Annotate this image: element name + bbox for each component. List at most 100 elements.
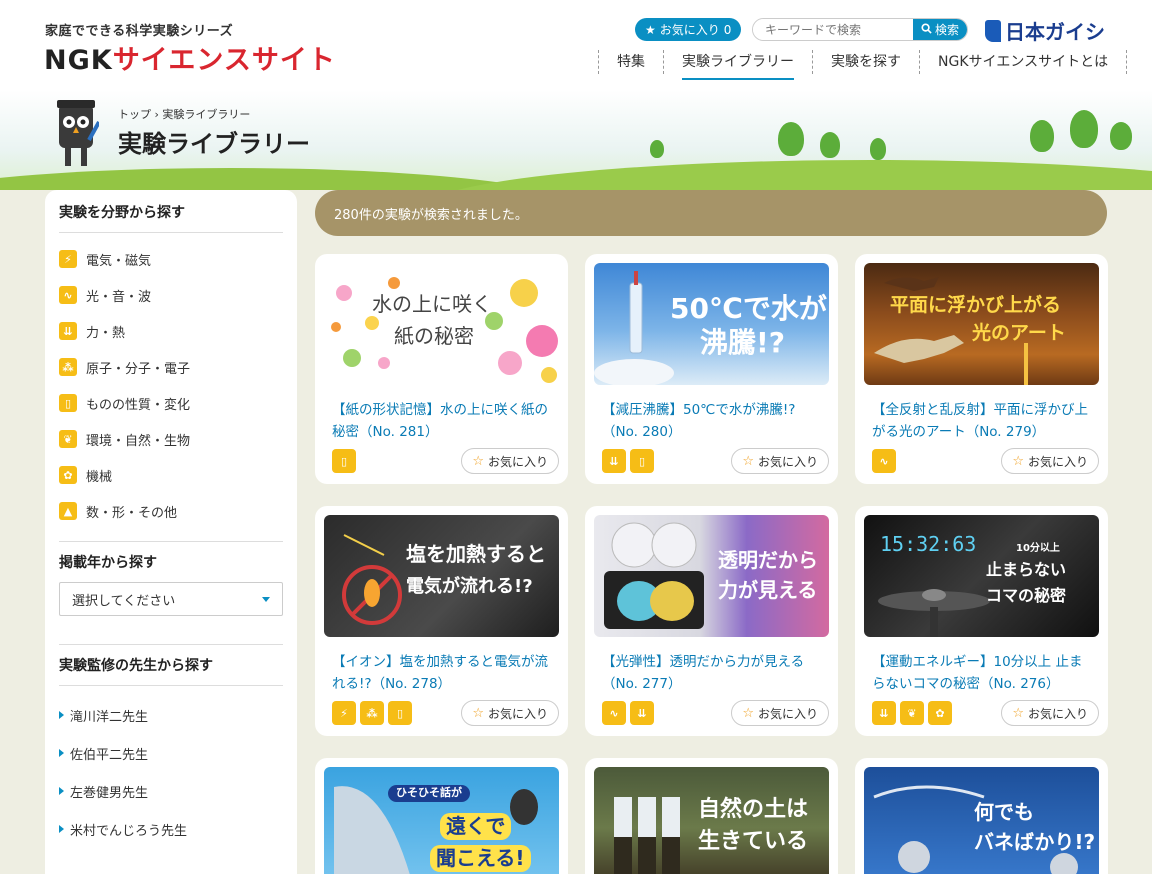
experiment-thumbnail[interactable]: 15:32:63 10分以上 止まらない コマの秘密 bbox=[864, 515, 1099, 637]
ngk-brand-logo[interactable]: 日本ガイシ bbox=[985, 16, 1105, 45]
polarized-lens-illustration bbox=[604, 522, 704, 629]
experiment-thumbnail[interactable]: ひそひそ話が 遠くで 聞こえる! bbox=[324, 767, 559, 874]
field-item-electricity[interactable]: ⚡ 電気・磁気 bbox=[59, 241, 283, 277]
experiment-card[interactable]: 50℃で水が 沸騰!? 【減圧沸騰】50℃で水が沸騰!?（No. 280） ⇊ … bbox=[585, 254, 838, 484]
tube-icon[interactable]: ▯ bbox=[630, 449, 654, 473]
field-label: ものの性質・変化 bbox=[86, 397, 191, 413]
wave-icon[interactable]: ∿ bbox=[602, 701, 626, 725]
thumbnail-title-line2: 紙の秘密 bbox=[394, 324, 474, 348]
add-favorite-button[interactable]: ☆ お気に入り bbox=[731, 700, 829, 726]
field-item-atom[interactable]: ⁂ 原子・分子・電子 bbox=[59, 349, 283, 385]
thumbnail-title-line1: 水の上に咲く bbox=[372, 292, 492, 316]
add-favorite-button[interactable]: ☆ お気に入り bbox=[461, 448, 559, 474]
year-heading: 掲載年から探す bbox=[59, 555, 157, 571]
card-footer: ⚡ ⁂ ▯ ☆ お気に入り bbox=[324, 699, 559, 727]
experiment-card[interactable]: 塩を加熱すると 電気が流れる!? 【イオン】塩を加熱すると電気が流れる!?（No… bbox=[315, 506, 568, 736]
experiment-card[interactable]: 平面に浮かび上がる 光のアート 【全反射と乱反射】平面に浮かび上がる光のアート（… bbox=[855, 254, 1108, 484]
star-outline-icon: ☆ bbox=[742, 453, 754, 469]
force-icon[interactable]: ⇊ bbox=[602, 449, 626, 473]
experiment-thumbnail[interactable]: 何でも バネばかり!? bbox=[864, 767, 1099, 874]
experiment-title-link[interactable]: 【紙の形状記憶】水の上に咲く紙の秘密（No. 281） bbox=[324, 385, 559, 447]
star-icon: ★ bbox=[645, 22, 656, 37]
field-item-machine[interactable]: ✿ 機械 bbox=[59, 457, 283, 493]
chevron-down-icon bbox=[262, 596, 270, 602]
teacher-item[interactable]: 左巻健男先生 bbox=[59, 772, 283, 810]
field-label: 環境・自然・生物 bbox=[86, 433, 191, 449]
lightning-icon: ⚡ bbox=[59, 250, 77, 268]
experiment-title-link[interactable]: 【イオン】塩を加熱すると電気が流れる!?（No. 278） bbox=[324, 637, 559, 699]
thumbnail-title-line1: 止まらない bbox=[986, 560, 1067, 579]
add-favorite-button[interactable]: ☆ お気に入り bbox=[1001, 700, 1099, 726]
leaf-icon[interactable]: ❦ bbox=[900, 701, 924, 725]
search-box: 検索 bbox=[752, 18, 968, 41]
experiment-thumbnail[interactable]: 自然の土は 生きている bbox=[594, 767, 829, 874]
card-footer: ∿ ☆ お気に入り bbox=[864, 447, 1099, 475]
category-icons: ⚡ ⁂ ▯ bbox=[332, 701, 412, 725]
card-footer: ∿ ⇊ ☆ お気に入り bbox=[594, 699, 829, 727]
field-item-math[interactable]: ▲ 数・形・その他 bbox=[59, 493, 283, 529]
experiment-card[interactable]: 15:32:63 10分以上 止まらない コマの秘密 【運動エネルギー】10分以… bbox=[855, 506, 1108, 736]
breadcrumb-home[interactable]: トップ bbox=[118, 108, 151, 121]
thumbnail-title-line1: 平面に浮かび上がる bbox=[890, 294, 1062, 316]
thumbnail-title-line2: 光のアート bbox=[972, 322, 1066, 344]
card-footer: ▯ ☆ お気に入り bbox=[324, 447, 559, 475]
thumbnail-title-line2: 電気が流れる!? bbox=[406, 576, 533, 597]
force-icon[interactable]: ⇊ bbox=[872, 701, 896, 725]
field-item-light[interactable]: ∿ 光・音・波 bbox=[59, 277, 283, 313]
experiment-thumbnail[interactable]: 平面に浮かび上がる 光のアート bbox=[864, 263, 1099, 385]
favorites-count: 0 bbox=[723, 22, 732, 37]
nav-search-experiments[interactable]: 実験を探す bbox=[812, 50, 919, 74]
star-outline-icon: ☆ bbox=[1012, 453, 1024, 469]
lightning-icon[interactable]: ⚡ bbox=[332, 701, 356, 725]
experiment-title-link[interactable]: 【光弾性】透明だから力が見える（No. 277） bbox=[594, 637, 829, 699]
tube-icon[interactable]: ▯ bbox=[388, 701, 412, 725]
field-label: 光・音・波 bbox=[86, 289, 152, 305]
nav-library[interactable]: 実験ライブラリー bbox=[663, 50, 812, 80]
thumbnail-title-line1: 遠くで bbox=[440, 813, 512, 840]
card-footer: ⇊ ▯ ☆ お気に入り bbox=[594, 447, 829, 475]
year-select[interactable]: 選択してください bbox=[59, 582, 283, 616]
favorite-label: お気に入り bbox=[757, 454, 818, 469]
nav-feature[interactable]: 特集 bbox=[598, 50, 663, 74]
logo-subtitle: 家庭でできる科学実験シリーズ bbox=[45, 24, 234, 39]
add-favorite-button[interactable]: ☆ お気に入り bbox=[1001, 448, 1099, 474]
gear-icon[interactable]: ✿ bbox=[928, 701, 952, 725]
teacher-item[interactable]: 佐伯平二先生 bbox=[59, 734, 283, 772]
star-outline-icon: ☆ bbox=[742, 705, 754, 721]
experiment-thumbnail[interactable]: 水の上に咲く 紙の秘密 bbox=[324, 263, 559, 385]
experiment-card[interactable]: 自然の土は 生きている bbox=[585, 758, 838, 874]
experiment-title-link[interactable]: 【全反射と乱反射】平面に浮かび上がる光のアート（No. 279） bbox=[864, 385, 1099, 447]
site-logo[interactable]: NGKサイエンスサイト bbox=[44, 38, 336, 77]
experiment-title-link[interactable]: 【減圧沸騰】50℃で水が沸騰!?（No. 280） bbox=[594, 385, 829, 447]
page-title: 実験ライブラリー bbox=[118, 130, 310, 158]
favorites-button[interactable]: ★ お気に入り 0 bbox=[635, 18, 742, 41]
experiment-thumbnail[interactable]: 塩を加熱すると 電気が流れる!? bbox=[324, 515, 559, 637]
experiment-card[interactable]: 透明だから 力が見える 【光弾性】透明だから力が見える（No. 277） ∿ ⇊… bbox=[585, 506, 838, 736]
favorite-label: お気に入り bbox=[487, 706, 548, 721]
experiment-thumbnail[interactable]: 50℃で水が 沸騰!? bbox=[594, 263, 829, 385]
field-label: 原子・分子・電子 bbox=[86, 361, 191, 377]
tree-decoration bbox=[820, 132, 840, 158]
thumbnail-title-line2: 力が見える bbox=[718, 578, 818, 602]
thumbnail-clock: 15:32:63 bbox=[880, 532, 977, 556]
experiment-card[interactable]: 水の上に咲く 紙の秘密 【紙の形状記憶】水の上に咲く紙の秘密（No. 281） … bbox=[315, 254, 568, 484]
experiment-card[interactable]: ひそひそ話が 遠くで 聞こえる! bbox=[315, 758, 568, 874]
field-item-material[interactable]: ▯ ものの性質・変化 bbox=[59, 385, 283, 421]
search-input[interactable] bbox=[753, 19, 913, 40]
nav-about[interactable]: NGKサイエンスサイトとは bbox=[919, 50, 1128, 74]
field-item-force[interactable]: ⇊ 力・熱 bbox=[59, 313, 283, 349]
wave-icon[interactable]: ∿ bbox=[872, 449, 896, 473]
teacher-item[interactable]: 米村でんじろう先生 bbox=[59, 810, 283, 848]
experiment-card[interactable]: 何でも バネばかり!? bbox=[855, 758, 1108, 874]
tube-icon[interactable]: ▯ bbox=[332, 449, 356, 473]
field-item-environment[interactable]: ❦ 環境・自然・生物 bbox=[59, 421, 283, 457]
search-button[interactable]: 検索 bbox=[913, 19, 967, 40]
force-icon[interactable]: ⇊ bbox=[630, 701, 654, 725]
teacher-item[interactable]: 滝川洋二先生 bbox=[59, 696, 283, 734]
molecule-icon[interactable]: ⁂ bbox=[360, 701, 384, 725]
add-favorite-button[interactable]: ☆ お気に入り bbox=[731, 448, 829, 474]
experiment-thumbnail[interactable]: 透明だから 力が見える bbox=[594, 515, 829, 637]
add-favorite-button[interactable]: ☆ お気に入り bbox=[461, 700, 559, 726]
tube-icon: ▯ bbox=[59, 394, 77, 412]
experiment-title-link[interactable]: 【運動エネルギー】10分以上 止まらないコマの秘密（No. 276） bbox=[864, 637, 1099, 699]
